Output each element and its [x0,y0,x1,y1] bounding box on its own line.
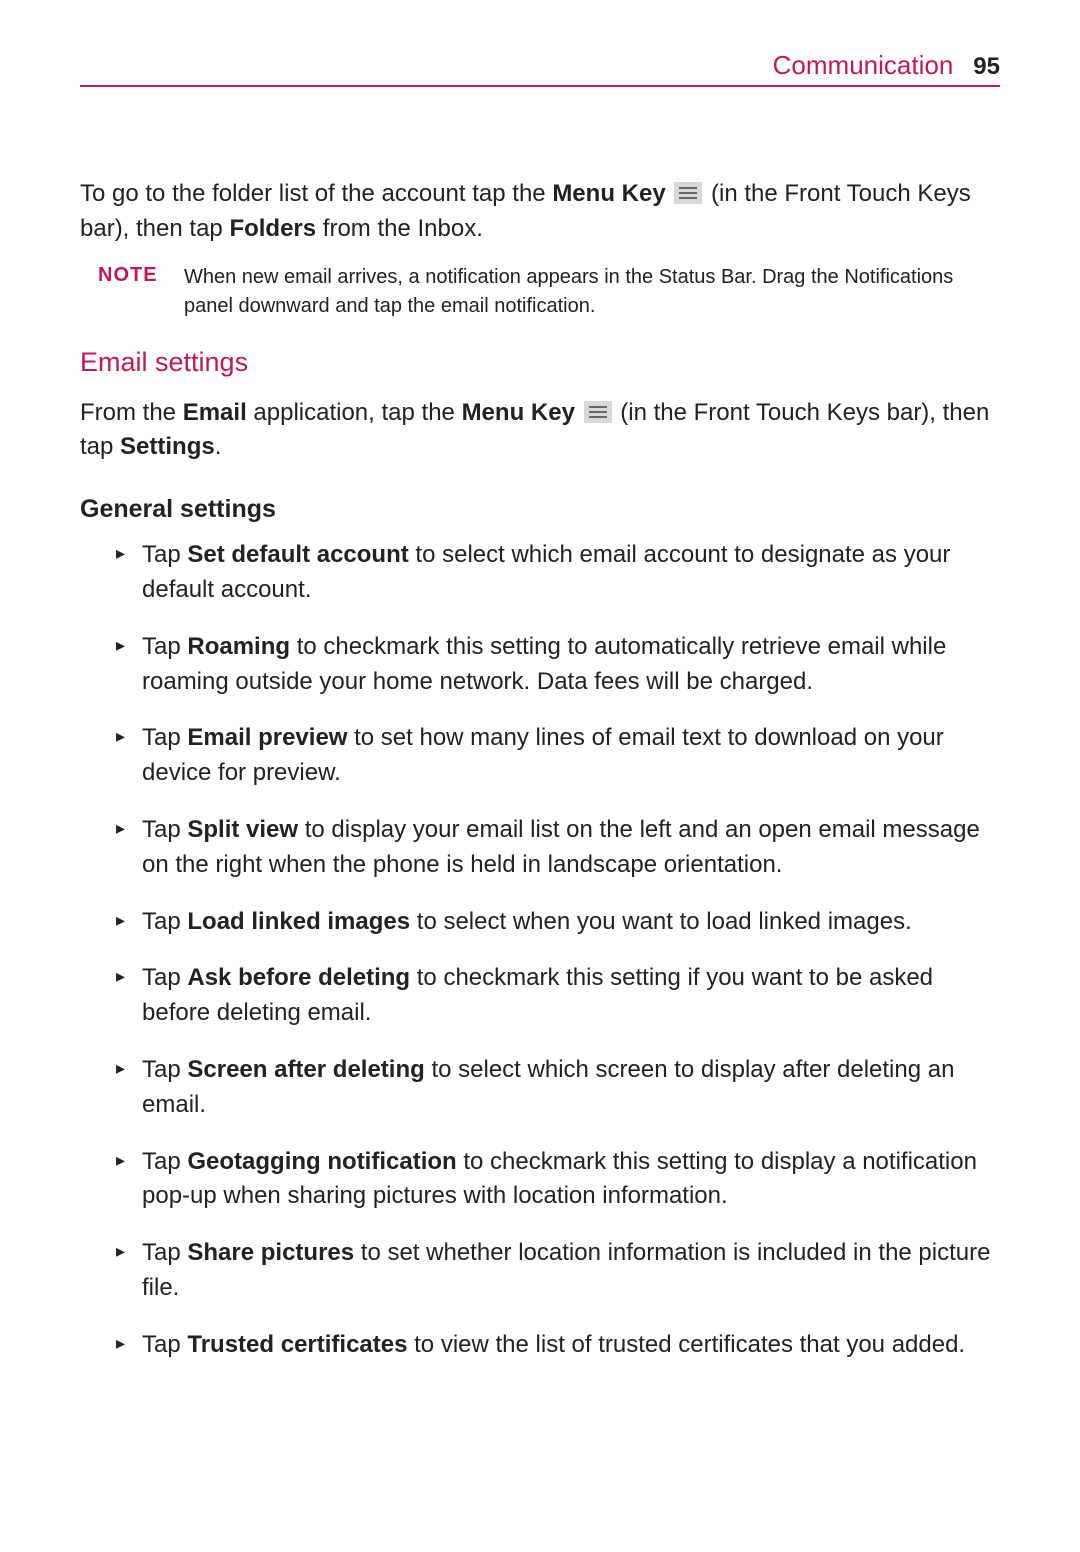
note-label: NOTE [98,263,184,321]
list-item: Tap Trusted certificates to view the lis… [120,1328,1000,1363]
es-mid: application, tap the [247,399,462,426]
li-post: to view the list of trusted certificates… [407,1331,965,1358]
li-pre: Tap [142,633,187,660]
email-settings-heading: Email settings [80,347,1000,378]
list-item: Tap Share pictures to set whether locati… [120,1236,1000,1306]
menu-icon [674,182,702,204]
es-post: . [215,433,222,460]
li-bold: Load linked images [187,908,410,935]
folders-label: Folders [229,215,316,242]
intro-paragraph: To go to the folder list of the account … [80,177,1000,247]
li-pre: Tap [142,724,187,751]
es-pre: From the [80,399,183,426]
li-bold: Share pictures [187,1239,354,1266]
list-item: Tap Roaming to checkmark this setting to… [120,630,1000,700]
li-bold: Geotagging notification [187,1148,456,1175]
list-item: Tap Screen after deleting to select whic… [120,1053,1000,1123]
list-item: Tap Geotagging notification to checkmark… [120,1145,1000,1215]
general-settings-heading: General settings [80,495,1000,524]
general-settings-list: Tap Set default account to select which … [80,538,1000,1362]
email-settings-intro: From the Email application, tap the Menu… [80,396,1000,466]
li-pre: Tap [142,1331,187,1358]
li-bold: Screen after deleting [187,1056,424,1083]
list-item: Tap Split view to display your email lis… [120,813,1000,883]
li-pre: Tap [142,908,187,935]
li-pre: Tap [142,964,187,991]
list-item: Tap Load linked images to select when yo… [120,905,1000,940]
li-bold: Trusted certificates [187,1331,407,1358]
list-item: Tap Ask before deleting to checkmark thi… [120,961,1000,1031]
menu-key-label: Menu Key [552,180,665,207]
intro-post2: from the Inbox. [316,215,483,242]
menu-icon [584,401,612,423]
email-app-label: Email [183,399,247,426]
list-item: Tap Email preview to set how many lines … [120,721,1000,791]
li-bold: Email preview [187,724,347,751]
li-bold: Ask before deleting [187,964,410,991]
list-item: Tap Set default account to select which … [120,538,1000,608]
note-text: When new email arrives, a notification a… [184,263,1000,321]
note-block: NOTE When new email arrives, a notificat… [98,263,1000,321]
li-bold: Roaming [187,633,290,660]
intro-pre: To go to the folder list of the account … [80,180,552,207]
li-pre: Tap [142,1239,187,1266]
li-pre: Tap [142,816,187,843]
li-bold: Set default account [187,541,408,568]
section-title: Communication [773,50,954,81]
li-bold: Split view [187,816,298,843]
li-pre: Tap [142,541,187,568]
page-content: Communication 95 To go to the folder lis… [0,0,1080,1445]
settings-label: Settings [120,433,215,460]
page-number: 95 [973,53,1000,81]
page-header: Communication 95 [80,50,1000,87]
li-post: to select when you want to load linked i… [410,908,912,935]
menu-key-label-2: Menu Key [462,399,575,426]
li-pre: Tap [142,1148,187,1175]
li-pre: Tap [142,1056,187,1083]
